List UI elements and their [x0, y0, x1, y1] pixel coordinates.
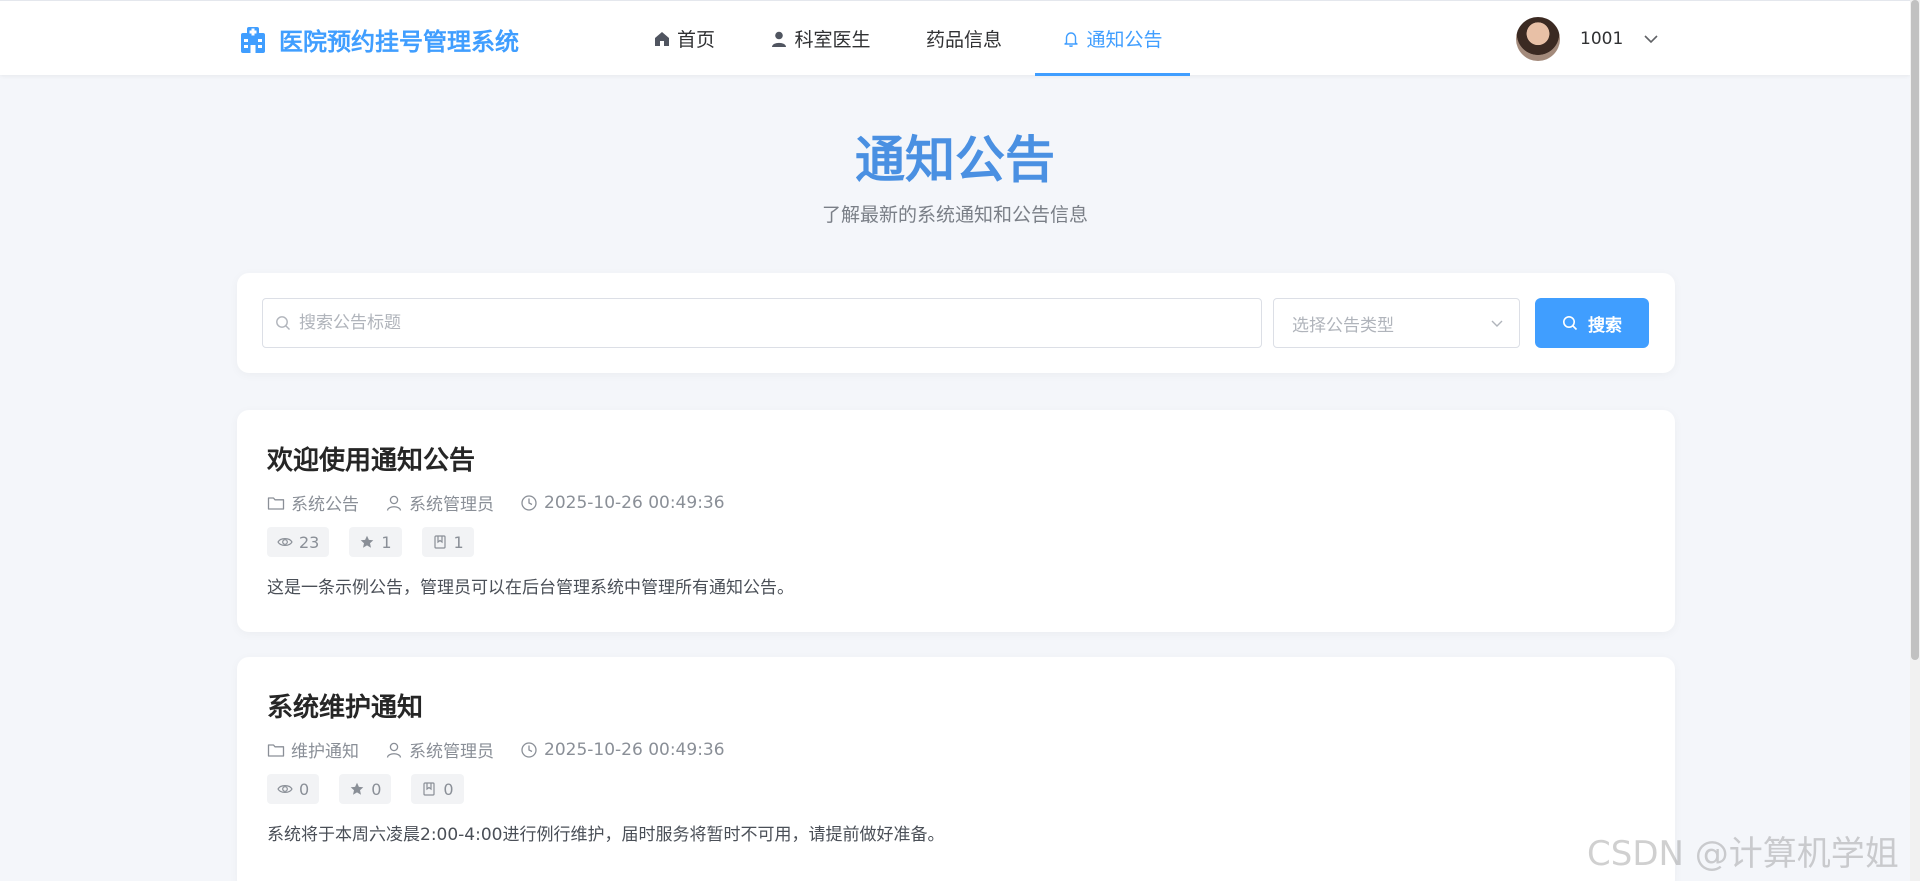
- nav-home[interactable]: 首页: [620, 1, 748, 76]
- favorite-count-value: 1: [453, 532, 464, 552]
- user-icon: [386, 495, 402, 511]
- notice-author: 系统管理员: [385, 490, 494, 515]
- brand-logo[interactable]: 医院预约挂号管理系统: [237, 21, 519, 57]
- like-count[interactable]: 0: [339, 774, 392, 804]
- view-count-value: 0: [299, 779, 310, 799]
- watermark: CSDN @计算机学姐: [1587, 834, 1899, 874]
- user-icon: [772, 31, 787, 47]
- nav-departments-label: 科室医生: [794, 29, 871, 51]
- search-input[interactable]: [299, 313, 1259, 333]
- home-icon: [654, 31, 669, 46]
- star-icon: [350, 782, 364, 795]
- nav-medicine[interactable]: 药品信息: [893, 1, 1035, 76]
- favorite-count[interactable]: 1: [421, 527, 474, 557]
- like-count[interactable]: 1: [349, 527, 402, 557]
- notice-card[interactable]: 欢迎使用通知公告 系统公告 系统管理员 2025-10-26 00:49:36: [237, 410, 1675, 632]
- search-panel: 选择公告类型 搜索: [237, 273, 1675, 373]
- notice-stats: 23 1 1: [267, 527, 474, 557]
- favorite-count[interactable]: 0: [411, 774, 464, 804]
- notice-time-label: 2025-10-26 00:49:36: [544, 492, 725, 513]
- like-count-value: 1: [381, 532, 392, 552]
- view-count-value: 23: [299, 532, 320, 552]
- folder-icon: [267, 743, 285, 757]
- notice-meta: 维护通知 系统管理员 2025-10-26 00:49:36: [267, 737, 725, 762]
- clock-icon: [521, 741, 537, 758]
- page-subtitle: 了解最新的系统通知和公告信息: [821, 204, 1088, 226]
- notice-card[interactable]: 系统维护通知 维护通知 系统管理员 2025-10-26 00:49:36 0 …: [237, 657, 1675, 881]
- bookmark-icon: [433, 535, 446, 549]
- notice-author: 系统管理员: [385, 737, 494, 762]
- notice-content: 这是一条示例公告，管理员可以在后台管理系统中管理所有通知公告。: [267, 578, 794, 598]
- top-navbar: 医院预约挂号管理系统 首页 科室医生 药品信息 通知公告 1001: [0, 0, 1910, 76]
- notice-type-select[interactable]: 选择公告类型: [1273, 298, 1520, 348]
- notice-category-label: 维护通知: [291, 742, 359, 762]
- notice-title[interactable]: 系统维护通知: [267, 687, 423, 724]
- nav-notices-label: 通知公告: [1086, 29, 1163, 51]
- main-nav: 首页 科室医生 药品信息 通知公告: [620, 1, 1190, 76]
- chevron-down-icon[interactable]: [1643, 31, 1659, 47]
- notice-time: 2025-10-26 00:49:36: [520, 490, 725, 515]
- nav-notices[interactable]: 通知公告: [1035, 1, 1190, 76]
- notice-stats: 0 0 0: [267, 774, 464, 804]
- nav-medicine-label: 药品信息: [925, 29, 1002, 51]
- notice-author-label: 系统管理员: [409, 495, 494, 515]
- folder-icon: [267, 496, 285, 510]
- nav-home-label: 首页: [676, 29, 715, 51]
- search-icon: [276, 316, 290, 330]
- page-title: 通知公告: [855, 131, 1055, 189]
- notice-time-label: 2025-10-26 00:49:36: [544, 739, 725, 760]
- star-icon: [361, 535, 374, 548]
- search-box[interactable]: [262, 298, 1262, 348]
- eye-icon: [277, 538, 293, 546]
- search-button[interactable]: 搜索: [1535, 298, 1649, 348]
- clock-icon: [521, 494, 537, 511]
- view-count: 0: [267, 774, 320, 804]
- notice-title[interactable]: 欢迎使用通知公告: [267, 440, 475, 477]
- notice-content: 系统将于本周六凌晨2:00-4:00进行例行维护，届时服务将暂时不可用，请提前做…: [267, 825, 945, 845]
- bell-icon: [1064, 31, 1079, 47]
- user-menu[interactable]: 1001: [1516, 15, 1659, 63]
- chevron-down-icon: [1491, 320, 1503, 327]
- user-name: 1001: [1580, 29, 1624, 49]
- notice-meta: 系统公告 系统管理员 2025-10-26 00:49:36: [267, 490, 725, 515]
- view-count: 23: [267, 527, 330, 557]
- brand-title: 医院预约挂号管理系统: [279, 27, 519, 56]
- notice-type-placeholder: 选择公告类型: [1292, 315, 1394, 336]
- search-icon: [1563, 316, 1578, 331]
- notice-category: 系统公告: [267, 490, 359, 515]
- notice-time: 2025-10-26 00:49:36: [520, 737, 725, 762]
- search-button-label: 搜索: [1588, 315, 1622, 335]
- nav-departments[interactable]: 科室医生: [748, 1, 893, 76]
- notice-author-label: 系统管理员: [409, 742, 494, 762]
- eye-icon: [277, 785, 293, 793]
- scrollbar-thumb[interactable]: [1911, 0, 1919, 660]
- favorite-count-value: 0: [443, 779, 454, 799]
- like-count-value: 0: [371, 779, 382, 799]
- user-icon: [386, 742, 402, 758]
- notice-category: 维护通知: [267, 737, 359, 762]
- hospital-icon: [241, 27, 265, 53]
- avatar[interactable]: [1516, 17, 1560, 61]
- bookmark-icon: [423, 782, 435, 796]
- notice-category-label: 系统公告: [291, 495, 359, 515]
